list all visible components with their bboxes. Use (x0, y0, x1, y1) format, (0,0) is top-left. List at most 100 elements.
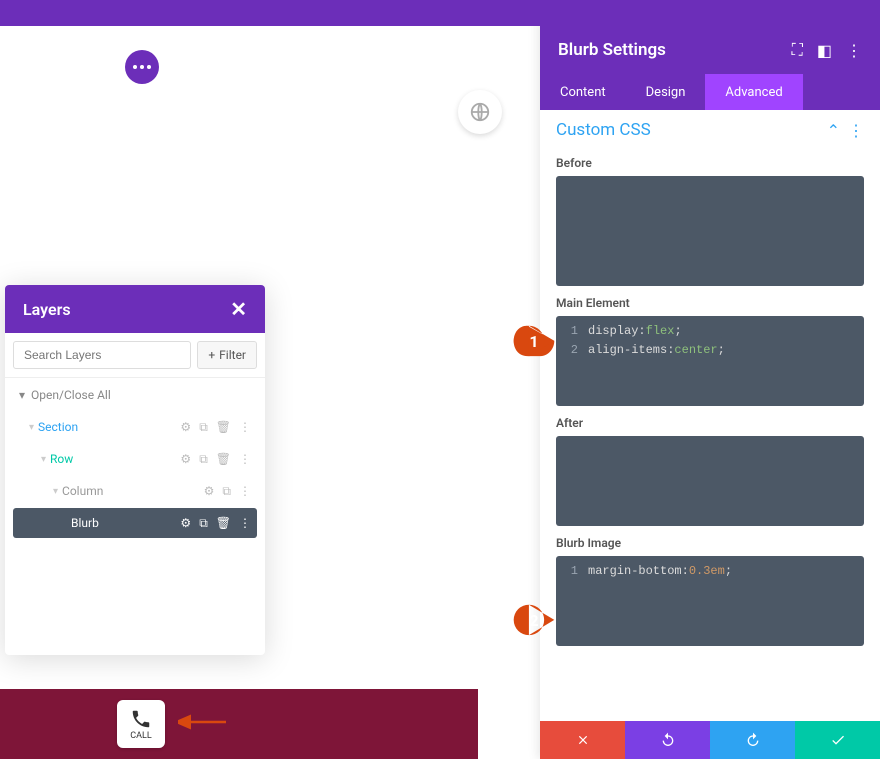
gear-icon[interactable]: ⚙ (180, 420, 191, 435)
duplicate-icon[interactable]: ⧉ (199, 452, 208, 467)
kebab-icon[interactable]: ⋮ (848, 121, 864, 140)
check-icon (830, 732, 846, 748)
tree-row-actions: ⚙ ⧉ ⋮ (204, 484, 251, 499)
line-number: 1 (564, 562, 578, 581)
callout-number: 2 (529, 611, 538, 630)
code-editor-blurb-image[interactable]: 1 margin-bottom:0.3em; (556, 556, 864, 646)
expand-icon[interactable]: ⛶ (792, 40, 803, 60)
tree-row-blurb[interactable]: Blurb ⚙ ⧉ 🗑 ⋮ (13, 508, 257, 538)
save-button[interactable] (795, 721, 880, 759)
trash-icon[interactable]: 🗑 (216, 452, 231, 467)
settings-tabs: Content Design Advanced (540, 74, 880, 110)
call-button[interactable]: CALL (117, 700, 165, 748)
globe-icon (469, 101, 491, 123)
tree-row-actions: ⚙ ⧉ 🗑 ⋮ (180, 452, 251, 467)
field-label-before: Before (556, 156, 864, 170)
open-close-all[interactable]: ▾ Open/Close All (5, 378, 265, 412)
code-editor-after[interactable] (556, 436, 864, 526)
phone-icon (130, 708, 152, 730)
css-property: align-items (588, 341, 667, 360)
tab-advanced[interactable]: Advanced (705, 74, 802, 110)
settings-title-icons: ⛶ ◧ ⋮ (792, 40, 862, 60)
call-label: CALL (130, 731, 151, 741)
duplicate-icon[interactable]: ⧉ (199, 420, 208, 435)
kebab-icon[interactable]: ⋮ (239, 452, 251, 467)
top-purple-bar (0, 0, 880, 26)
redo-icon (745, 732, 761, 748)
callout-number: 1 (529, 332, 538, 351)
trash-icon[interactable]: 🗑 (216, 420, 231, 435)
code-editor-before[interactable] (556, 176, 864, 286)
gear-icon[interactable]: ⚙ (180, 516, 191, 531)
kebab-icon[interactable]: ⋮ (239, 484, 251, 499)
field-label-after: After (556, 416, 864, 430)
snap-icon[interactable]: ◧ (817, 41, 832, 60)
tree-label: Row (50, 452, 180, 466)
dot-icon (133, 65, 137, 69)
layers-filter-button[interactable]: +Filter (197, 341, 257, 369)
layers-header: Layers ✕ (5, 285, 265, 333)
duplicate-icon[interactable]: ⧉ (222, 484, 231, 499)
tree-row-row[interactable]: ▾ Row ⚙ ⧉ 🗑 ⋮ (13, 444, 257, 474)
duplicate-icon[interactable]: ⧉ (199, 516, 208, 531)
filter-label: Filter (219, 348, 246, 362)
kebab-icon[interactable]: ⋮ (846, 41, 862, 60)
bottom-maroon-bar (0, 689, 478, 759)
dot-icon (147, 65, 151, 69)
redo-button[interactable] (710, 721, 795, 759)
kebab-icon[interactable]: ⋮ (239, 516, 251, 531)
layers-panel: Layers ✕ +Filter ▾ Open/Close All ▾ Sect… (5, 285, 265, 655)
undo-button[interactable] (625, 721, 710, 759)
tree-row-column[interactable]: ▾ Column ⚙ ⧉ ⋮ (13, 476, 257, 506)
tree-label: Column (62, 484, 204, 498)
custom-css-section-header[interactable]: Custom CSS ⌃ ⋮ (540, 110, 880, 146)
css-value: center (674, 341, 717, 360)
code-editor-main-element[interactable]: 1 display:flex; 2 align-items:center; (556, 316, 864, 406)
tree-label: Section (38, 420, 180, 434)
undo-icon (660, 732, 676, 748)
discard-button[interactable] (540, 721, 625, 759)
layers-search-row: +Filter (5, 333, 265, 378)
settings-title: Blurb Settings (558, 40, 666, 60)
tree-row-actions: ⚙ ⧉ 🗑 ⋮ (180, 516, 251, 531)
settings-sidebar: × Blurb Settings ⛶ ◧ ⋮ Content Design Ad… (540, 0, 880, 759)
trash-icon[interactable]: 🗑 (216, 516, 231, 531)
code-line: 2 align-items:center; (564, 341, 856, 360)
layers-tree: ▾ Section ⚙ ⧉ 🗑 ⋮ ▾ Row ⚙ ⧉ 🗑 ⋮ ▾ Column (5, 412, 265, 540)
gear-icon[interactable]: ⚙ (180, 452, 191, 467)
caret-down-icon: ▾ (19, 388, 25, 402)
callout-1: 1 (512, 324, 556, 358)
caret-icon: ▾ (41, 454, 46, 465)
tree-row-section[interactable]: ▾ Section ⚙ ⧉ 🗑 ⋮ (13, 412, 257, 442)
css-value: 0.3em (689, 562, 725, 581)
caret-icon: ▾ (53, 486, 58, 497)
css-property: margin-bottom (588, 562, 682, 581)
gear-icon[interactable]: ⚙ (204, 484, 215, 499)
tab-content[interactable]: Content (540, 74, 626, 110)
tree-row-actions: ⚙ ⧉ 🗑 ⋮ (180, 420, 251, 435)
tab-design[interactable]: Design (626, 74, 706, 110)
section-title: Custom CSS (556, 120, 651, 140)
css-value: flex (646, 322, 675, 341)
chevron-up-icon[interactable]: ⌃ (827, 121, 840, 140)
tree-label: Blurb (71, 516, 180, 530)
line-number: 1 (564, 322, 578, 341)
code-line: 1 margin-bottom:0.3em; (564, 562, 856, 581)
css-property: display (588, 322, 638, 341)
close-icon (576, 733, 590, 747)
layers-search-input[interactable] (13, 341, 191, 369)
section-fab-button[interactable] (125, 50, 159, 84)
dot-icon (140, 65, 144, 69)
field-label-blurb-image: Blurb Image (556, 536, 864, 550)
kebab-icon[interactable]: ⋮ (239, 420, 251, 435)
settings-title-row: Blurb Settings ⛶ ◧ ⋮ (540, 26, 880, 74)
layers-close-button[interactable]: ✕ (230, 297, 247, 321)
arrow-annotation (178, 712, 228, 736)
caret-icon: ▾ (29, 422, 34, 433)
custom-css-body: Before Main Element 1 display:flex; 2 al… (540, 146, 880, 721)
section-header-icons: ⌃ ⋮ (827, 121, 864, 140)
line-number: 2 (564, 341, 578, 360)
field-label-main-element: Main Element (556, 296, 864, 310)
settings-action-bar (540, 721, 880, 759)
globe-button[interactable] (458, 90, 502, 134)
